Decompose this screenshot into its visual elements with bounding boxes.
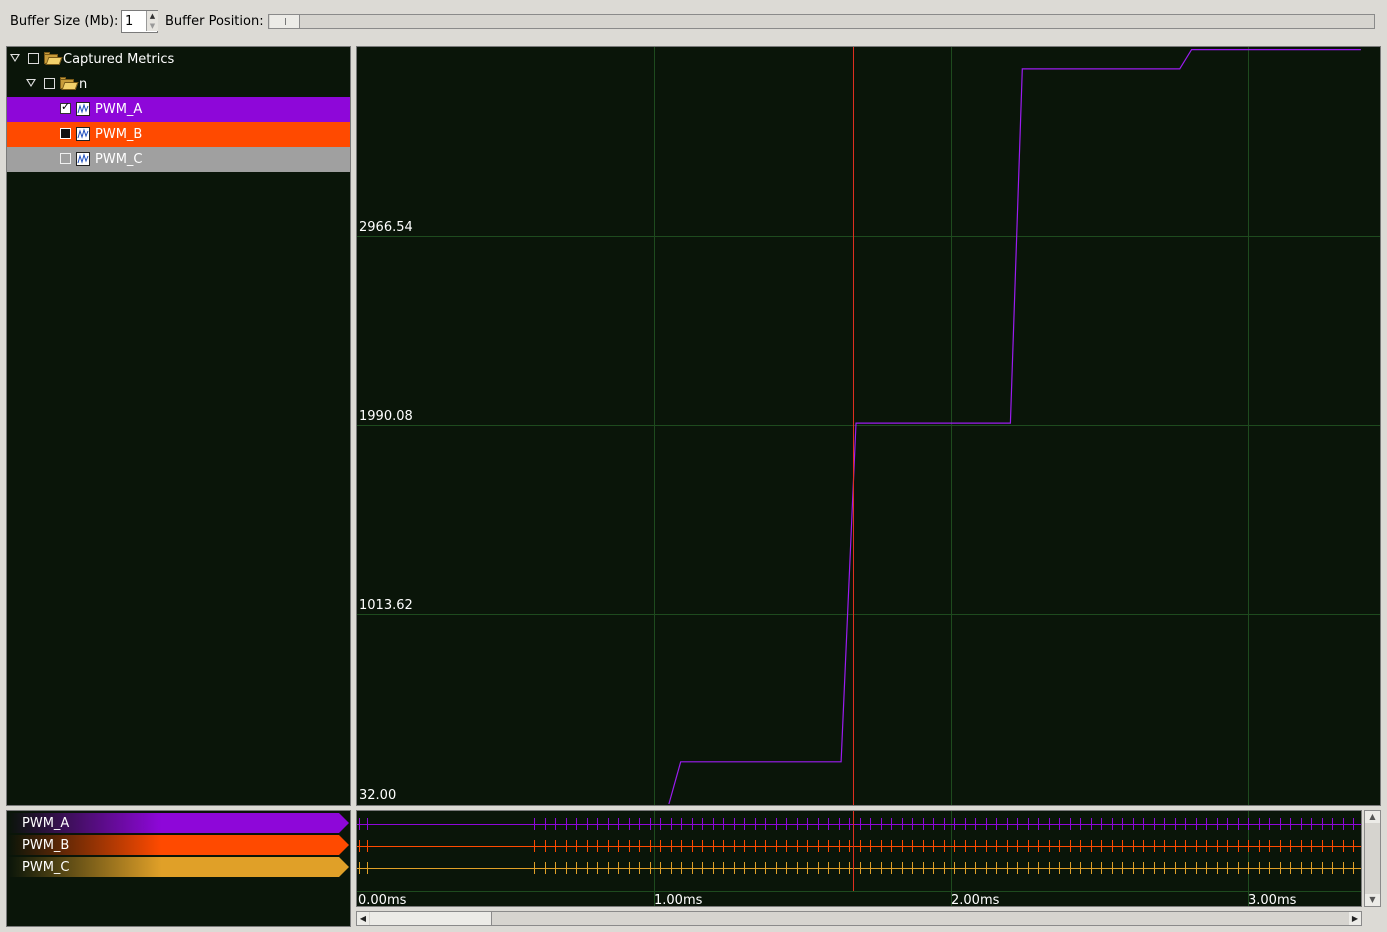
scroll-left-icon[interactable]: ◀: [357, 912, 369, 925]
metric-graph[interactable]: 2966.54 1990.08 1013.62 32.00: [356, 46, 1381, 806]
tree-label: Captured Metrics: [63, 52, 175, 67]
legend-label: PWM_C: [22, 860, 70, 875]
buffer-size-spinner[interactable]: ▲ ▼: [121, 10, 158, 33]
scroll-up-icon[interactable]: ▲: [1365, 811, 1380, 823]
buffer-size-input[interactable]: [122, 11, 145, 32]
scroll-down-icon[interactable]: ▼: [1365, 894, 1380, 906]
series-line-pwm-a: [668, 48, 1361, 805]
buffer-position-label: Buffer Position:: [165, 14, 264, 29]
legend-item-pwm-b[interactable]: PWM_B: [8, 835, 349, 855]
legend-label: PWM_A: [22, 816, 70, 831]
tree-label: PWM_B: [95, 127, 143, 142]
legend-panel: PWM_A PWM_B PWM_C: [6, 810, 351, 927]
x-tick-label: 2.00ms: [951, 893, 1000, 907]
graph-canvas: [357, 47, 1380, 805]
tree-label: PWM_A: [95, 102, 143, 117]
tree-row-pwm-b[interactable]: PWM_B: [7, 122, 350, 147]
vertical-scrollbar[interactable]: ▲ ▼: [1364, 810, 1381, 907]
y-tick-label: 32.00: [359, 788, 397, 803]
metrics-tree: Captured Metrics n PWM_A PWM_B PWM_C: [6, 46, 351, 806]
tree-row-pwm-a[interactable]: PWM_A: [7, 97, 350, 122]
legend-item-pwm-c[interactable]: PWM_C: [8, 857, 349, 877]
x-tick-label: 3.00ms: [1248, 893, 1297, 907]
horizontal-scroll-thumb[interactable]: [370, 912, 492, 925]
scroll-right-icon[interactable]: ▶: [1349, 912, 1361, 925]
pwm-a-checkbox[interactable]: [60, 100, 71, 114]
horizontal-scrollbar[interactable]: ◀ ▶: [356, 911, 1362, 926]
expand-arrow-icon[interactable]: [10, 54, 20, 62]
captured-metrics-checkbox[interactable]: [28, 53, 39, 64]
buffer-size-label: Buffer Size (Mb):: [10, 14, 119, 29]
folder-open-icon: [44, 52, 63, 65]
y-tick-label: 1013.62: [359, 598, 413, 613]
timeline-panel[interactable]: 0.00ms 1.00ms 2.00ms 3.00ms: [356, 810, 1362, 907]
spin-up-icon[interactable]: ▲: [146, 11, 158, 21]
timeline-canvas: [357, 811, 1361, 906]
tree-row-n[interactable]: n: [7, 72, 350, 97]
y-tick-label: 2966.54: [359, 220, 413, 235]
tree-label: PWM_C: [95, 152, 143, 167]
tree-label: n: [79, 77, 88, 92]
legend-label: PWM_B: [22, 838, 70, 853]
buffer-position-slider[interactable]: [268, 14, 1375, 29]
y-tick-label: 1990.08: [359, 409, 413, 424]
group-n-checkbox[interactable]: [44, 78, 55, 89]
waveform-icon: [76, 127, 90, 141]
tree-row-captured-metrics[interactable]: Captured Metrics: [7, 47, 350, 72]
pwm-c-checkbox[interactable]: [60, 153, 71, 164]
pwm-b-checkbox[interactable]: [60, 128, 71, 139]
spin-down-icon[interactable]: ▼: [146, 21, 158, 31]
buffer-position-thumb[interactable]: [270, 15, 300, 28]
legend-item-pwm-a[interactable]: PWM_A: [8, 813, 349, 833]
expand-arrow-icon[interactable]: [26, 79, 36, 87]
waveform-icon: [76, 102, 90, 116]
x-tick-label: 0.00ms: [358, 893, 407, 907]
waveform-icon: [76, 152, 90, 166]
tree-row-pwm-c[interactable]: PWM_C: [7, 147, 350, 172]
folder-open-icon: [60, 77, 79, 90]
x-tick-label: 1.00ms: [654, 893, 703, 907]
